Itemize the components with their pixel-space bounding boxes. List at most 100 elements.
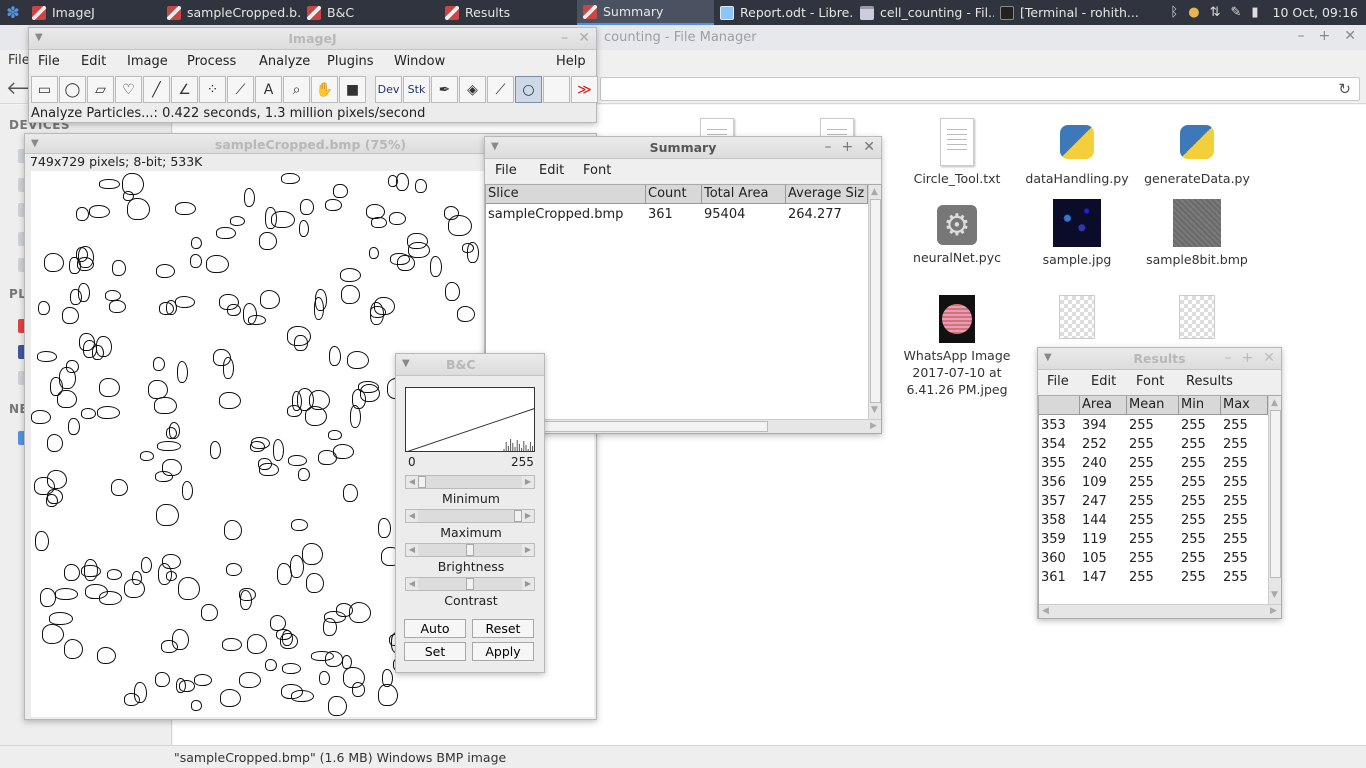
pencil-tool-icon[interactable]: ⟋ [487, 76, 514, 103]
developer-menu-button[interactable]: Dev [375, 76, 402, 103]
slider-thumb[interactable] [514, 510, 522, 522]
maximize-icon[interactable]: + [1242, 350, 1254, 366]
results-vertical-scrollbar[interactable]: ▲ ▼ [1268, 396, 1281, 604]
clock[interactable]: 10 Oct, 09:16 [1273, 5, 1358, 20]
menu-edit[interactable]: Edit [1091, 374, 1116, 389]
menu-edit[interactable]: Edit [81, 54, 106, 69]
angle-tool-icon[interactable]: ∠ [171, 76, 198, 103]
column-header-count[interactable]: Count [646, 185, 702, 204]
column-header-mean[interactable]: Mean [1127, 396, 1179, 415]
file-item-circle-tool[interactable]: Circle_Tool.txt [897, 118, 1017, 187]
file-item-sample8bit[interactable]: sample8bit.bmp [1137, 199, 1257, 268]
window-menu-icon[interactable]: ▼ [402, 358, 410, 369]
notes-icon[interactable]: ✎ [1230, 5, 1241, 20]
point-tool-icon[interactable]: ⁘ [199, 76, 226, 103]
flood-fill-tool-icon[interactable]: ◈ [459, 76, 486, 103]
menu-window[interactable]: Window [394, 54, 445, 69]
slider-thumb[interactable] [418, 476, 426, 488]
imagej-titlebar[interactable]: ▼ ImageJ – ✕ [29, 28, 596, 50]
column-header-area[interactable]: Area [1080, 396, 1127, 415]
column-header-slice[interactable]: Slice [486, 185, 646, 204]
stack-menu-button[interactable]: Stk [403, 76, 430, 103]
rectangle-tool-icon[interactable]: ▭ [31, 76, 58, 103]
auto-button[interactable]: Auto [404, 619, 466, 638]
table-row[interactable]: 358 144 255 255 255 [1039, 511, 1268, 530]
freehand-tool-icon[interactable]: ♡ [115, 76, 142, 103]
polygon-tool-icon[interactable]: ▱ [87, 76, 114, 103]
more-tools-icon[interactable]: ≫ [571, 76, 598, 103]
reload-icon[interactable]: ↻ [1338, 80, 1351, 98]
contrast-slider[interactable]: ◀ ▶ [405, 577, 535, 591]
file-item-blank-2[interactable] [1137, 295, 1257, 343]
menu-file[interactable]: File [38, 54, 60, 69]
task-sample-cropped[interactable]: sampleCropped.b... [161, 0, 301, 25]
brush-tool-icon[interactable]: ✒ [431, 76, 458, 103]
column-header-total-area[interactable]: Total Area [702, 185, 786, 204]
table-row[interactable]: 354 252 255 255 255 [1039, 435, 1268, 454]
scrollbar-thumb[interactable] [1270, 410, 1281, 578]
table-row[interactable]: 356 109 255 255 255 [1039, 473, 1268, 492]
task-summary[interactable]: Summary [577, 0, 714, 25]
summary-vertical-scrollbar[interactable]: ▲ ▼ [868, 185, 881, 419]
task-file-manager[interactable]: cell_counting - Fil... [854, 0, 994, 25]
menu-process[interactable]: Process [187, 54, 236, 69]
battery-icon[interactable]: ▮ [1251, 5, 1258, 20]
menu-image[interactable]: Image [127, 54, 168, 69]
close-icon[interactable]: ✕ [1263, 350, 1275, 366]
maximize-icon[interactable]: + [1319, 28, 1331, 44]
summary-titlebar[interactable]: ▼ Summary – + ✕ [485, 137, 881, 159]
file-item-whatsapp[interactable]: WhatsApp Image 2017-07-10 at 6.41.26 PM.… [897, 295, 1017, 398]
reset-button[interactable]: Reset [472, 619, 534, 638]
hand-tool-icon[interactable]: ✋ [311, 76, 338, 103]
file-item-datahandling[interactable]: dataHandling.py [1017, 118, 1137, 187]
bc-titlebar[interactable]: ▼ B&C [396, 354, 544, 376]
task-report[interactable]: Report.odt - Libre... [714, 0, 854, 25]
oval-tool-icon[interactable]: ◯ [59, 76, 86, 103]
text-tool-icon[interactable]: A [255, 76, 282, 103]
circle-tool-icon[interactable]: ○ [515, 76, 542, 103]
close-icon[interactable]: ✕ [863, 139, 875, 155]
menu-results[interactable]: Results [1186, 374, 1233, 389]
menu-file[interactable]: File [495, 163, 517, 178]
table-row[interactable]: 361 147 255 255 255 [1039, 568, 1268, 587]
minimize-icon[interactable]: – [1225, 350, 1232, 366]
close-icon[interactable]: ✕ [1344, 28, 1356, 44]
wand-tool-icon[interactable]: ⟋ [227, 76, 254, 103]
apply-button[interactable]: Apply [472, 642, 534, 661]
file-item-blank-1[interactable] [1017, 295, 1137, 343]
minimize-icon[interactable]: – [561, 30, 568, 46]
dropper-tool-icon[interactable]: ■ [339, 76, 366, 103]
column-header-index[interactable] [1039, 396, 1080, 415]
minimize-icon[interactable]: – [825, 139, 832, 155]
maximize-icon[interactable]: + [842, 139, 854, 155]
set-button[interactable]: Set [404, 642, 466, 661]
menu-font[interactable]: Font [583, 163, 611, 178]
menu-file[interactable]: File [8, 53, 30, 68]
menu-plugins[interactable]: Plugins [327, 54, 374, 69]
menu-file[interactable]: File [1047, 374, 1069, 389]
column-header-max[interactable]: Max [1221, 396, 1268, 415]
menu-analyze[interactable]: Analyze [259, 54, 310, 69]
magnifier-tool-icon[interactable]: ⌕ [283, 76, 310, 103]
line-tool-icon[interactable]: ╱ [143, 76, 170, 103]
bluetooth-icon[interactable]: ᛒ [1170, 5, 1178, 20]
close-icon[interactable]: ✕ [578, 30, 590, 46]
minimum-slider[interactable]: ◀ ▶ [405, 475, 535, 489]
table-row[interactable]: 360 105 255 255 255 [1039, 549, 1268, 568]
menu-font[interactable]: Font [1136, 374, 1164, 389]
menu-help[interactable]: Help [556, 54, 586, 69]
task-results[interactable]: Results [439, 0, 577, 25]
brightness-slider[interactable]: ◀ ▶ [405, 543, 535, 557]
app-menu-icon[interactable]: ✽ [0, 0, 26, 25]
table-row[interactable]: sampleCropped.bmp 361 95404 264.277 [486, 205, 868, 224]
results-horizontal-scrollbar[interactable]: ◀ ▶ [1039, 604, 1281, 618]
location-bar[interactable]: ↻ [600, 77, 1360, 101]
table-row[interactable]: 353 394 255 255 255 [1039, 416, 1268, 435]
table-row[interactable]: 355 240 255 255 255 [1039, 454, 1268, 473]
results-titlebar[interactable]: ▼ Results – + ✕ [1038, 348, 1281, 370]
scrollbar-thumb[interactable] [870, 199, 881, 403]
task-imagej[interactable]: ImageJ [26, 0, 161, 25]
task-terminal[interactable]: [Terminal - rohith... [994, 0, 1140, 25]
maximum-slider[interactable]: ◀ ▶ [405, 509, 535, 523]
menu-edit[interactable]: Edit [539, 163, 564, 178]
